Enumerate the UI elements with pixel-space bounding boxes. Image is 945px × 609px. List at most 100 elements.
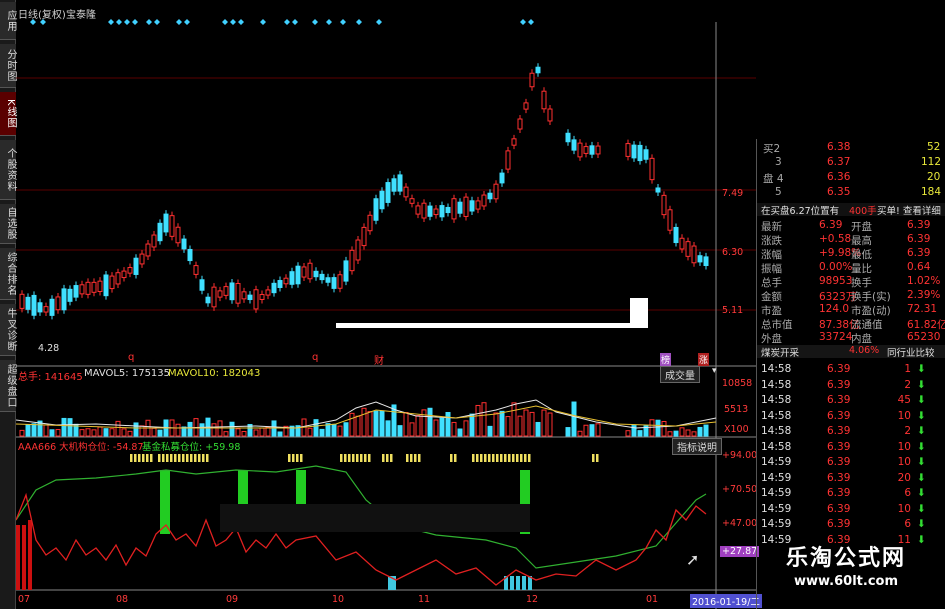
marker-ranking[interactable]: 榜 <box>660 353 672 366</box>
volume-bar <box>685 429 691 437</box>
book-row-1[interactable]: 买2 6.38 52 <box>757 141 945 155</box>
book-row-2[interactable]: 3 6.37 112 <box>757 156 945 169</box>
candlesticks <box>19 63 709 320</box>
tab-watchlist[interactable]: 自选股 <box>0 204 16 244</box>
tab-diagnosis[interactable]: 牛叉诊断 <box>0 304 16 356</box>
down-arrow-icon: ⬇ <box>917 533 926 546</box>
indicator-block <box>528 454 531 462</box>
indicator-block <box>410 454 413 462</box>
tab-kline[interactable]: K线图 <box>0 92 16 136</box>
quote-field-label: 最新 <box>761 221 782 233</box>
book-row-4[interactable]: 5 6.35 184 <box>757 186 945 199</box>
tick-row[interactable]: 14:58 6.39 10 ⬇ <box>757 410 945 423</box>
volume-bars <box>19 401 709 437</box>
tick-row[interactable]: 14:58 6.39 2 ⬇ <box>757 379 945 392</box>
indicator-selector[interactable]: 成交量 <box>660 366 700 383</box>
tab-super-book[interactable]: 超级盘口 <box>0 360 16 412</box>
tick-volume: 2 <box>904 378 911 391</box>
indicator-block <box>138 454 141 462</box>
indicator-block <box>368 454 371 462</box>
candle-body <box>457 201 463 214</box>
indicator-block <box>182 454 185 462</box>
tab-timeshare[interactable]: 分时图 <box>0 44 16 88</box>
tick-row[interactable]: 14:59 6.39 10 ⬇ <box>757 456 945 469</box>
industry-compare-button[interactable]: 同行业比较 <box>887 345 935 359</box>
selector-dropdown-icon[interactable]: ▾ <box>712 366 717 376</box>
tab-ranking[interactable]: 综合排名 <box>0 248 16 300</box>
date-badge: 2016-01-19/二 <box>690 594 762 608</box>
volume-bar <box>25 424 31 437</box>
x-axis: 07 08 09 10 11 12 01 <box>16 592 716 609</box>
volume-bar <box>31 423 37 437</box>
candle-body <box>19 293 25 309</box>
indicator-block <box>508 454 511 462</box>
indicator-block <box>516 454 519 462</box>
candle-body <box>79 284 85 295</box>
candle-body <box>253 289 259 310</box>
tick-time: 14:58 <box>761 363 792 375</box>
quote-row: 外盘 33724 内盘 65230 <box>757 331 945 345</box>
candle-body <box>217 290 223 298</box>
volume-bar <box>49 429 55 437</box>
large-order-note[interactable]: 在买盘6.27位置有 400手 买单! 查看详细 <box>757 203 945 217</box>
tick-row[interactable]: 14:59 6.39 6 ⬇ <box>757 518 945 531</box>
indicator-block <box>146 454 149 462</box>
marker-limit-up[interactable]: 涨 <box>698 353 710 366</box>
indicator-block <box>292 454 295 462</box>
marker-q2[interactable]: q <box>312 352 318 363</box>
tick-row[interactable]: 14:58 6.39 45 ⬇ <box>757 394 945 407</box>
overlay-mark <box>336 298 648 328</box>
indicator-block <box>592 454 595 462</box>
ind-current-value: +27.87 <box>720 546 760 557</box>
volume-bar <box>481 402 487 437</box>
quote-row: 市盈 124.0 市盈(动) 72.31 <box>757 303 945 317</box>
candle-body <box>223 286 229 296</box>
candle-body <box>697 255 703 263</box>
candle-body <box>421 202 427 219</box>
volume-bar <box>475 404 481 437</box>
tick-price: 6.39 <box>827 487 851 499</box>
candle-body <box>103 274 109 297</box>
book-row-3[interactable]: 盘 4 6.36 20 <box>757 171 945 185</box>
indicator-block <box>202 454 205 462</box>
quote-field-value: 0.64 <box>907 261 931 273</box>
ind-label-3: +47.00 <box>722 518 758 529</box>
tick-row[interactable]: 14:59 6.39 6 ⬇ <box>757 487 945 500</box>
marker-q1[interactable]: q <box>128 352 134 363</box>
candle-body <box>271 282 277 294</box>
candle-body <box>409 198 415 204</box>
indicator-help-button[interactable]: 指标说明 <box>672 438 722 455</box>
tick-row[interactable]: 14:59 6.39 10 ⬇ <box>757 503 945 516</box>
volume-bar <box>253 429 259 437</box>
indicator-block <box>356 454 359 462</box>
tick-row[interactable]: 14:58 6.39 2 ⬇ <box>757 425 945 438</box>
industry-row[interactable]: 煤炭开采 4.06% 同行业比较 <box>757 345 945 359</box>
volume-bar <box>511 402 517 437</box>
tick-time: 14:59 <box>761 502 792 515</box>
candle-body <box>73 285 79 298</box>
candle-body <box>589 145 595 155</box>
tab-apps[interactable]: 应用 <box>0 2 16 40</box>
volume-bar <box>229 421 235 437</box>
indicator-block <box>344 454 347 462</box>
tick-row[interactable]: 14:58 6.39 1 ⬇ <box>757 363 945 376</box>
down-arrow-icon: ⬇ <box>917 440 926 453</box>
candle-body <box>169 215 175 237</box>
down-arrow-icon: ⬇ <box>917 456 926 468</box>
tick-time: 14:59 <box>761 487 792 499</box>
tick-time: 14:59 <box>761 533 792 546</box>
candle-body <box>517 118 523 130</box>
volume-bar <box>595 423 601 437</box>
tick-row[interactable]: 14:59 6.39 20 ⬇ <box>757 472 945 485</box>
indicator-block <box>596 454 599 462</box>
quote-row: 总市值 87.38亿 流通值 61.82亿 <box>757 317 945 331</box>
down-arrow-icon: ⬇ <box>917 394 926 406</box>
tab-stock-info[interactable]: 个股资料 <box>0 140 16 200</box>
indicator-block <box>406 454 409 462</box>
marker-finance[interactable]: 财 <box>374 352 384 367</box>
candle-body <box>577 142 583 158</box>
quote-field-label: 金额 <box>761 291 782 303</box>
chart-area[interactable] <box>16 0 756 609</box>
candle-body <box>205 296 211 304</box>
tick-row[interactable]: 14:58 6.39 10 ⬇ <box>757 441 945 454</box>
